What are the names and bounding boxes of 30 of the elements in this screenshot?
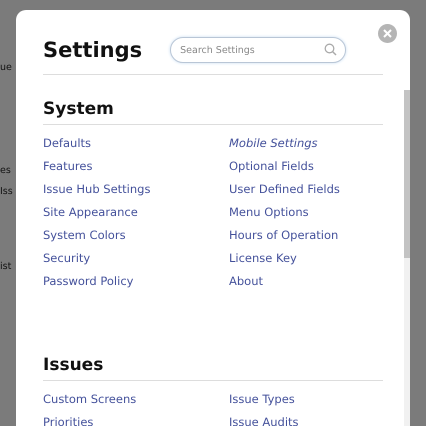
settings-link[interactable]: Issue Audits [229,411,299,426]
settings-link[interactable]: Password Policy [43,270,134,293]
background-text: es [0,165,11,176]
close-icon [383,29,392,38]
search-field[interactable]: Search Settings [170,37,346,63]
settings-link[interactable]: System Colors [43,224,126,247]
background-text: Iss [0,186,13,197]
scrollbar[interactable] [404,90,410,426]
settings-link[interactable]: Mobile Settings [229,132,318,155]
settings-link[interactable]: Issue Hub Settings [43,178,150,201]
settings-link[interactable]: Issue Types [229,388,295,411]
settings-link[interactable]: Defaults [43,132,92,155]
settings-link[interactable]: About [229,270,264,293]
settings-link[interactable]: Hours of Operation [229,224,338,247]
section-heading: System [43,99,383,125]
dialog-title: Settings [43,38,142,62]
settings-link[interactable]: Features [43,155,92,178]
background-text: ist [0,261,12,272]
settings-link[interactable]: Custom Screens [43,388,136,411]
settings-link[interactable]: Security [43,247,90,270]
settings-link[interactable]: Site Appearance [43,201,138,224]
close-button[interactable] [378,24,397,43]
background-text: ue [0,62,12,73]
section-heading: Issues [43,355,383,381]
settings-link[interactable]: License Key [229,247,297,270]
settings-link[interactable]: Priorities [43,411,94,426]
settings-link[interactable]: User Defined Fields [229,178,340,201]
settings-link[interactable]: Optional Fields [229,155,314,178]
search-icon [324,43,338,56]
settings-link[interactable]: Menu Options [229,201,309,224]
